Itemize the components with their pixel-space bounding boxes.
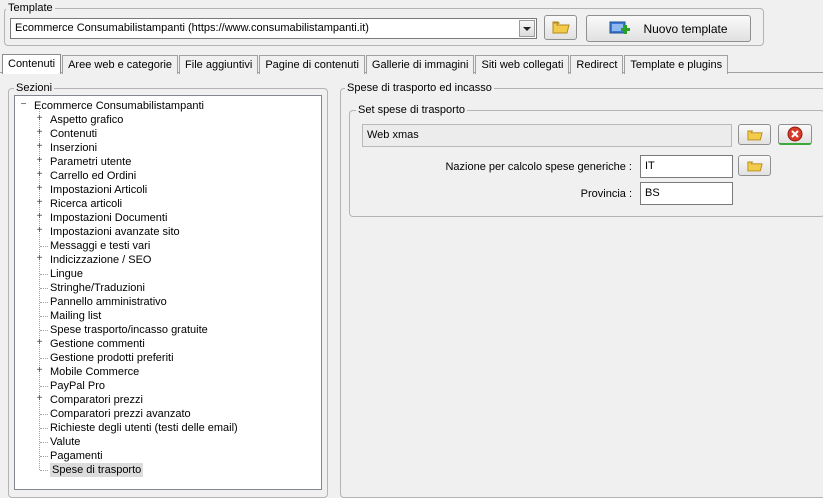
- tab-redirect[interactable]: Redirect: [570, 55, 624, 74]
- expand-icon[interactable]: +: [35, 114, 44, 124]
- delete-icon: [787, 126, 803, 142]
- tab-bar: Contenuti Aree web e categorie File aggi…: [2, 54, 729, 74]
- tree-branch-line: [40, 316, 48, 317]
- tree-item-label: Comparatori prezzi: [50, 394, 143, 406]
- tree-item-label: Gestione commenti: [50, 338, 145, 350]
- tab-pagine-contenuti[interactable]: Pagine di contenuti: [259, 55, 365, 74]
- tree-branch-line: [40, 456, 48, 457]
- tree-item-label: Contenuti: [50, 128, 98, 140]
- sections-group-title: Sezioni: [14, 82, 55, 94]
- tree-branch-line: [40, 358, 48, 359]
- tab-contenuti[interactable]: Contenuti: [2, 54, 62, 74]
- open-template-folder-button[interactable]: [544, 15, 577, 40]
- new-template-label: Nuovo template: [643, 21, 728, 36]
- tree-item-label: Valute: [50, 436, 81, 448]
- tree-item-label: Lingue: [50, 268, 84, 280]
- clear-shipping-set-button[interactable]: [778, 124, 812, 145]
- template-group-title: Template: [6, 2, 55, 14]
- folder-icon: [552, 21, 570, 34]
- tree-item-label: Carrello ed Ordini: [50, 170, 137, 182]
- province-label: Provincia :: [580, 188, 632, 200]
- tree-branch-line: [40, 274, 48, 275]
- folder-icon: [746, 130, 763, 140]
- tab-template-plugins[interactable]: Template e plugins: [624, 55, 729, 74]
- shipping-outer-title: Spese di trasporto ed incasso: [345, 82, 494, 94]
- new-template-button[interactable]: Nuovo template: [586, 15, 751, 42]
- tree-item-label: Indicizzazione / SEO: [50, 254, 152, 266]
- tree-branch-line: [40, 470, 48, 471]
- expand-icon[interactable]: +: [35, 254, 44, 264]
- tree-item-label: Comparatori prezzi avanzato: [50, 408, 191, 420]
- tree-item-label: Aspetto grafico: [50, 114, 124, 126]
- expand-icon[interactable]: +: [35, 394, 44, 404]
- tree-branch-line: [40, 428, 48, 429]
- expand-icon[interactable]: +: [35, 226, 44, 236]
- shipping-set-field[interactable]: Web xmas: [362, 124, 732, 147]
- tree-item-label: Impostazioni Articoli: [50, 184, 148, 196]
- expand-icon[interactable]: +: [35, 128, 44, 138]
- tree-branch-line: [40, 386, 48, 387]
- tree-item-label: Mobile Commerce: [50, 366, 140, 378]
- tree-item-label: PayPal Pro: [50, 380, 106, 392]
- folder-icon: [746, 161, 763, 171]
- tree-branch-line: [40, 288, 48, 289]
- expand-icon[interactable]: +: [35, 198, 44, 208]
- expand-icon[interactable]: +: [35, 142, 44, 152]
- tree-branch-line: [40, 330, 48, 331]
- template-select-value: Ecommerce Consumabilistampanti (https://…: [15, 22, 369, 34]
- tree-item-label: Impostazioni avanzate sito: [50, 226, 180, 238]
- expand-icon[interactable]: +: [35, 366, 44, 376]
- tree-item-label: Inserzioni: [50, 142, 98, 154]
- tree-item-label: Ricerca articoli: [50, 198, 123, 210]
- tree-item-label: Gestione prodotti preferiti: [50, 352, 174, 364]
- select-shipping-set-button[interactable]: [738, 124, 771, 145]
- expand-icon[interactable]: +: [35, 156, 44, 166]
- collapse-icon[interactable]: −: [19, 100, 28, 110]
- tree-item-label: Messaggi e testi vari: [50, 240, 151, 252]
- tree-item-label: Pagamenti: [50, 450, 103, 462]
- tree-branch-line: [40, 246, 48, 247]
- chevron-down-icon[interactable]: [519, 20, 535, 37]
- tree-item-label: Impostazioni Documenti: [50, 212, 168, 224]
- tree-branch-line: [40, 414, 48, 415]
- nation-field[interactable]: IT: [640, 155, 733, 178]
- expand-icon[interactable]: +: [35, 184, 44, 194]
- tree-item-label: Spese di trasporto: [50, 463, 144, 477]
- select-nation-button[interactable]: [738, 155, 771, 176]
- tab-file-aggiuntivi[interactable]: File aggiuntivi: [179, 55, 259, 74]
- expand-icon[interactable]: +: [35, 338, 44, 348]
- tree-item-label: Mailing list: [50, 310, 102, 322]
- tree-item-label: Parametri utente: [50, 156, 132, 168]
- tree-item-label: Pannello amministrativo: [50, 296, 167, 308]
- shipping-set-title: Set spese di trasporto: [356, 104, 468, 116]
- tab-siti-web-collegati[interactable]: Siti web collegati: [475, 55, 570, 74]
- tree-branch-line: [40, 302, 48, 303]
- tree-branch-line: [40, 442, 48, 443]
- expand-icon[interactable]: +: [35, 212, 44, 222]
- province-field[interactable]: BS: [640, 182, 733, 205]
- tree-root-label: Ecommerce Consumabilistampanti: [34, 100, 204, 112]
- tree-item-label: Richieste degli utenti (testi delle emai…: [50, 422, 238, 434]
- template-select[interactable]: Ecommerce Consumabilistampanti (https://…: [10, 18, 537, 39]
- tree-item-label: Stringhe/Traduzioni: [50, 282, 145, 294]
- tree-item-label: Spese trasporto/incasso gratuite: [50, 324, 208, 336]
- nation-label: Nazione per calcolo spese generiche :: [445, 161, 632, 173]
- expand-icon[interactable]: +: [35, 170, 44, 180]
- tab-aree-web[interactable]: Aree web e categorie: [62, 55, 179, 74]
- tab-gallerie-immagini[interactable]: Gallerie di immagini: [365, 55, 475, 74]
- sections-tree[interactable]: − Ecommerce Consumabilistampanti + Aspett…: [14, 95, 322, 490]
- new-template-icon: [609, 21, 631, 34]
